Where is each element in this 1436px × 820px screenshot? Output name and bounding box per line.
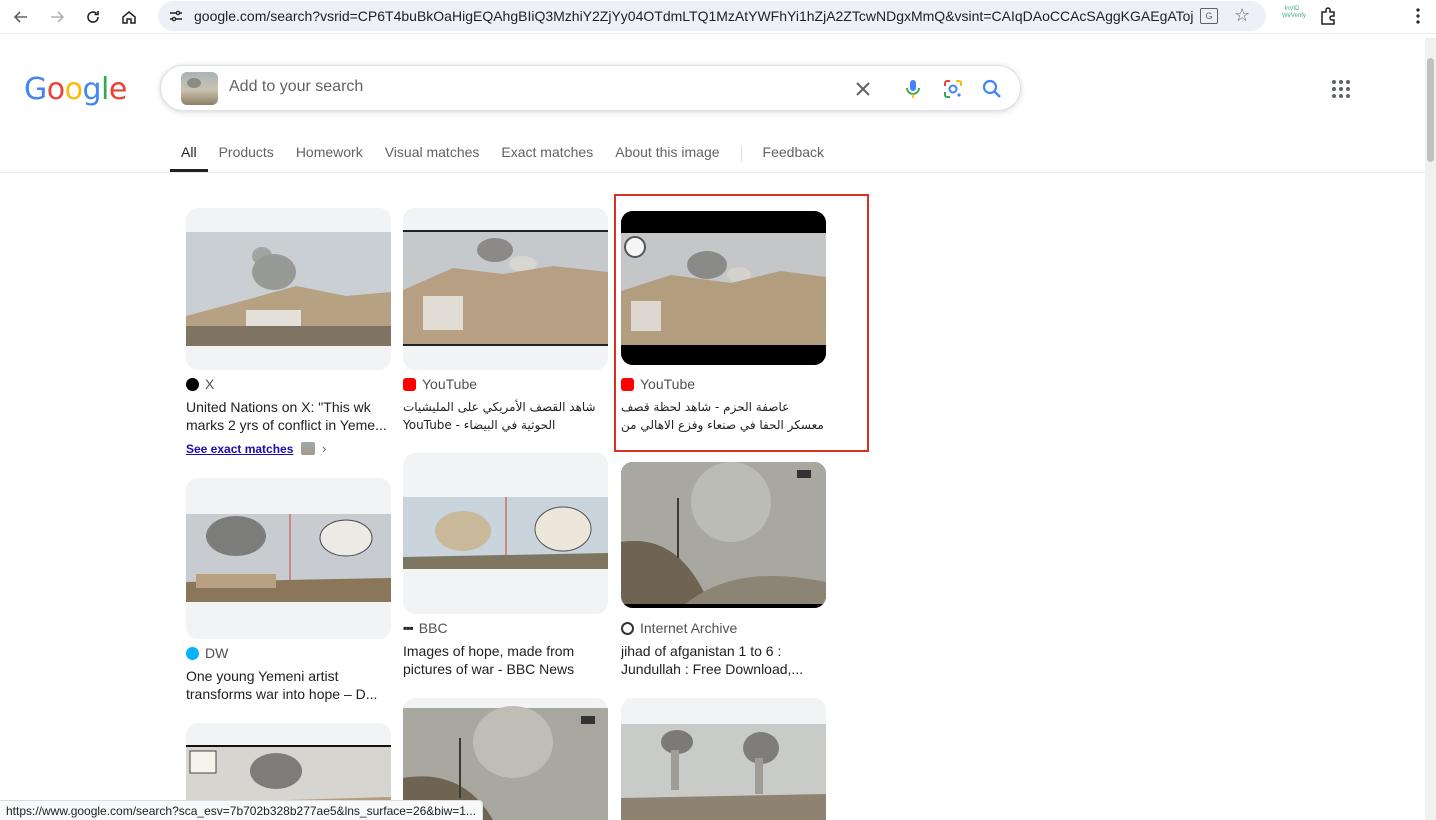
invid-extension-label: InVID WeVerify: [1282, 6, 1306, 19]
result-card[interactable]: [621, 698, 826, 820]
google-apps-icon[interactable]: [1330, 78, 1352, 100]
result-thumbnail[interactable]: [186, 208, 391, 370]
search-icon[interactable]: [980, 77, 1004, 101]
tab-visual-matches[interactable]: Visual matches: [374, 140, 491, 172]
result-source[interactable]: X: [186, 376, 214, 392]
tab-products[interactable]: Products: [208, 140, 285, 172]
logo-letter: o: [64, 72, 83, 107]
search-image-thumbnail[interactable]: [181, 72, 218, 105]
result-card[interactable]: [621, 462, 826, 608]
site-info-icon[interactable]: [168, 8, 184, 24]
tabs-divider-line: [0, 172, 1425, 173]
result-card[interactable]: [186, 208, 391, 370]
result-source-name: YouTube: [422, 376, 478, 392]
result-source-name: X: [205, 376, 215, 392]
result-source[interactable]: YouTube: [403, 376, 477, 392]
scrollbar-thumb[interactable]: [1427, 58, 1434, 162]
result-source[interactable]: ▪▪▪ BBC: [403, 620, 448, 636]
bookmark-star-icon[interactable]: ☆: [1234, 5, 1250, 26]
search-input[interactable]: [229, 78, 829, 96]
extensions-puzzle-icon[interactable]: [1318, 6, 1338, 26]
bbc-logo-icon: ▪▪▪: [403, 621, 414, 635]
translate-icon[interactable]: G: [1200, 8, 1218, 24]
tab-feedback[interactable]: Feedback: [752, 140, 835, 172]
browser-toolbar: google.com/search?vsrid=CP6T4buBkOaHigEQ…: [0, 0, 1436, 34]
search-tabs: All Products Homework Visual matches Exa…: [170, 140, 835, 172]
result-image: [621, 724, 826, 820]
result-title[interactable]: jihad of afganistan 1 to 6 : Jundullah :…: [621, 642, 826, 680]
status-bar-url: https://www.google.com/search?sca_esv=7b…: [0, 800, 483, 820]
logo-letter: G: [24, 72, 47, 107]
tab-divider: [740, 146, 742, 162]
see-exact-matches-link[interactable]: See exact matches: [186, 442, 293, 456]
logo-letter: g: [82, 72, 102, 107]
result-thumbnail[interactable]: [621, 698, 826, 820]
result-thumbnail[interactable]: [621, 462, 826, 608]
result-image: [403, 497, 608, 569]
result-title[interactable]: United Nations on X: "This wk marks 2 yr…: [186, 398, 391, 436]
chevron-right-icon[interactable]: ›: [322, 441, 326, 456]
result-image: [621, 462, 826, 608]
reload-icon[interactable]: [80, 4, 106, 30]
tab-about-this-image[interactable]: About this image: [604, 140, 730, 172]
internet-archive-logo-icon: [621, 621, 634, 635]
result-title[interactable]: شاهد القصف الأمريكي على المليشيات الحوثي…: [403, 398, 608, 436]
url-text[interactable]: google.com/search?vsrid=CP6T4buBkOaHigEQ…: [194, 8, 1194, 24]
page-scrollbar[interactable]: [1425, 38, 1436, 820]
result-title[interactable]: One young Yemeni artist transforms war i…: [186, 667, 391, 705]
result-thumbnail[interactable]: [186, 478, 391, 639]
logo-letter: o: [46, 72, 65, 107]
microphone-icon[interactable]: [901, 77, 925, 101]
result-image: [186, 514, 391, 602]
invid-extension-icon[interactable]: InVID WeVerify: [1282, 6, 1306, 26]
result-source[interactable]: Internet Archive: [621, 620, 737, 636]
result-thumbnail[interactable]: [403, 208, 608, 370]
result-card[interactable]: [186, 478, 391, 639]
back-arrow-icon[interactable]: [8, 4, 34, 30]
home-icon[interactable]: [116, 4, 142, 30]
youtube-logo-icon: [403, 377, 416, 391]
tab-exact-matches[interactable]: Exact matches: [490, 140, 604, 172]
exact-match-thumbnail[interactable]: [301, 442, 315, 455]
google-logo[interactable]: Google: [24, 72, 127, 107]
logo-letter: e: [108, 72, 127, 107]
browser-menu-icon[interactable]: [1408, 6, 1428, 26]
result-title[interactable]: Images of hope, made from pictures of wa…: [403, 642, 608, 680]
result-source-name: BBC: [418, 620, 448, 636]
tab-homework[interactable]: Homework: [285, 140, 374, 172]
google-lens-icon[interactable]: [941, 77, 965, 101]
result-card[interactable]: [403, 208, 608, 370]
search-box[interactable]: [160, 65, 1021, 111]
logo-letter: l: [101, 72, 109, 107]
result-source-name: DW: [205, 645, 229, 661]
clear-icon[interactable]: [851, 77, 875, 101]
result-thumbnail[interactable]: [403, 453, 608, 614]
result-image: [186, 232, 391, 346]
result-source[interactable]: DW: [186, 645, 228, 661]
x-logo-icon: [186, 377, 199, 391]
dw-logo-icon: [186, 646, 199, 660]
highlight-box: [614, 194, 869, 452]
result-source-name: Internet Archive: [640, 620, 738, 636]
tab-all[interactable]: All: [170, 140, 208, 172]
result-card[interactable]: [403, 453, 608, 614]
result-image: [403, 230, 608, 346]
forward-arrow-icon[interactable]: [44, 4, 70, 30]
address-bar[interactable]: google.com/search?vsrid=CP6T4buBkOaHigEQ…: [158, 1, 1266, 31]
